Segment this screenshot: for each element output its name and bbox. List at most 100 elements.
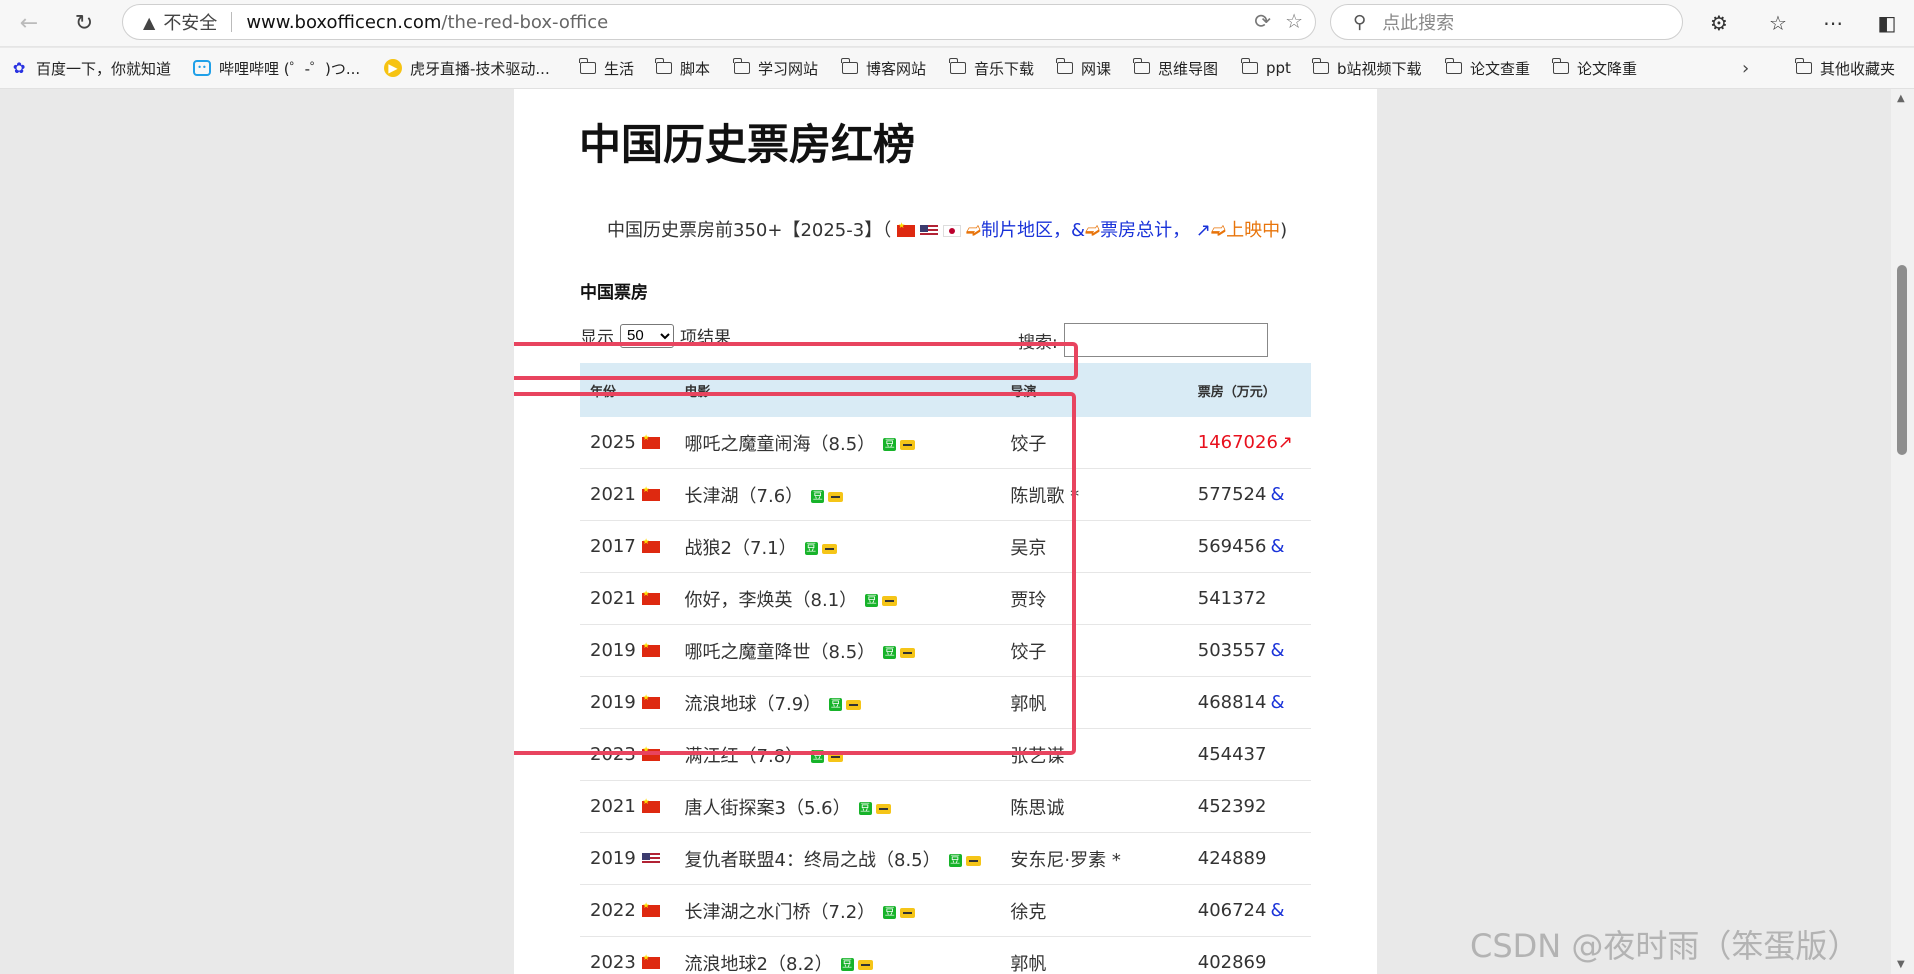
bookmark-folder-ppt[interactable]: ppt: [1241, 48, 1291, 88]
search-box[interactable]: ⚲ 点此搜索: [1330, 4, 1683, 40]
bookmark-folder-bilibili-download[interactable]: b站视频下载: [1312, 48, 1422, 88]
favorites-list-icon[interactable]: ☆: [1761, 6, 1795, 40]
bookmark-folder-other[interactable]: 其他收藏夹: [1795, 48, 1896, 88]
bookmark-label: 哔哩哔哩 (゜-゜)つ...: [219, 59, 361, 78]
address-bar[interactable]: ▲ 不安全 www.boxofficecn.com/the-red-box-of…: [122, 4, 1316, 40]
bookmark-label: 音乐下载: [974, 59, 1035, 78]
page-length-select[interactable]: 50: [620, 323, 674, 348]
douban-icon[interactable]: 豆: [883, 906, 897, 919]
imdb-icon[interactable]: [900, 647, 916, 658]
douban-icon[interactable]: 豆: [883, 646, 897, 659]
douban-icon[interactable]: 豆: [948, 854, 962, 867]
bookmark-folder-course[interactable]: 网课: [1056, 48, 1111, 88]
douban-icon[interactable]: 豆: [811, 490, 825, 503]
bookmark-folder-study[interactable]: 学习网站: [733, 48, 818, 88]
box-office-cell: 541372: [1187, 572, 1311, 625]
back-arrow-icon[interactable]: ←: [12, 6, 46, 40]
folder-icon: [841, 58, 858, 74]
bookmark-label: 其他收藏夹: [1820, 59, 1896, 78]
chevron-right-icon[interactable]: ›: [1742, 48, 1749, 88]
bookmark-label: 脚本: [680, 59, 711, 78]
table-search-input[interactable]: [1063, 323, 1268, 357]
folder-icon: [949, 58, 966, 74]
imdb-icon[interactable]: [965, 855, 981, 866]
douban-icon[interactable]: 豆: [883, 438, 897, 451]
warning-triangle-icon: ▲: [143, 12, 156, 32]
imdb-icon[interactable]: [821, 543, 837, 554]
imdb-icon[interactable]: [857, 959, 873, 970]
director-cell: 安东尼·罗素 *: [1000, 832, 1188, 885]
bilibili-tv-icon: ••: [193, 60, 211, 76]
film-cell: 复仇者联盟4：终局之战（8.5） 豆: [674, 832, 1001, 885]
year-cell: 2019: [580, 832, 675, 885]
imdb-icon[interactable]: [900, 439, 916, 450]
intro-close: ): [1280, 220, 1288, 241]
box-office-cell: 1467026↗: [1187, 417, 1311, 469]
table-row: 2025 哪吒之魔童闹海（8.5）豆饺子1467026↗: [580, 417, 1311, 469]
scroll-thumb[interactable]: [1897, 265, 1907, 455]
box-office-value: 577524: [1197, 484, 1267, 505]
imdb-icon[interactable]: [882, 595, 898, 606]
imdb-icon[interactable]: [900, 907, 916, 918]
table-row: 2019 流浪地球（7.9）豆郭帆468814&: [580, 676, 1311, 729]
douban-icon[interactable]: 豆: [840, 958, 854, 971]
year-cell: 2017: [580, 520, 675, 573]
showing-link[interactable]: 上映中: [1226, 220, 1280, 241]
douban-icon[interactable]: 豆: [811, 750, 825, 763]
sidebar-toggle-icon[interactable]: ◧: [1870, 6, 1904, 40]
amp-icon: &: [1071, 220, 1086, 241]
film-cell: 满江红（7.8） 豆: [674, 728, 1001, 781]
director-cell: 徐克: [1000, 884, 1188, 937]
column-header-year[interactable]: 年份: [580, 363, 675, 417]
director-cell: 郭帆: [1000, 936, 1188, 974]
more-menu-icon[interactable]: ⋯: [1816, 6, 1850, 40]
bookmark-folder-mindmap[interactable]: 思维导图: [1133, 48, 1218, 88]
insecure-label: 不安全: [163, 13, 218, 34]
imdb-icon[interactable]: [828, 751, 844, 762]
bookmark-folder-script[interactable]: 脚本: [655, 48, 711, 88]
bookmark-folder-blog[interactable]: 博客网站: [841, 48, 926, 88]
folder-icon: [579, 58, 596, 74]
film-title: 复仇者联盟4：终局之战（8.5）: [684, 849, 941, 871]
column-header-box-office[interactable]: 票房（万元）: [1187, 363, 1311, 417]
douban-icon[interactable]: 豆: [858, 802, 872, 815]
page-scrollbar[interactable]: ▲ ▼: [1891, 89, 1914, 974]
year-cell: 2022: [580, 884, 675, 937]
year-text: 2021: [590, 484, 636, 505]
page-length-control: 显示 50 项结果: [580, 323, 731, 348]
favorite-star-icon[interactable]: ☆: [1285, 9, 1303, 33]
bookmark-baidu[interactable]: ✿ 百度一下，你就知道: [10, 48, 171, 88]
region-link[interactable]: 制片地区，: [981, 220, 1071, 241]
column-header-film[interactable]: 电影: [674, 363, 1001, 417]
scroll-down-icon[interactable]: ▼: [1897, 959, 1905, 970]
douban-icon[interactable]: 豆: [804, 542, 818, 555]
bookmark-bilibili[interactable]: •• 哔哩哔哩 (゜-゜)つ...: [193, 48, 360, 88]
imdb-icon[interactable]: [828, 491, 844, 502]
bookmark-folder-plagiarism[interactable]: 论文查重: [1445, 48, 1530, 88]
box-office-value: 402869: [1197, 952, 1267, 973]
column-header-director[interactable]: 导演: [1000, 363, 1188, 417]
extensions-puzzle-icon[interactable]: ⚙: [1702, 6, 1736, 40]
box-office-suffix: &: [1270, 536, 1285, 557]
refresh-icon[interactable]: ↻: [67, 6, 101, 40]
huya-icon: ▶: [384, 59, 402, 77]
film-title: 哪吒之魔童降世（8.5）: [684, 641, 876, 663]
bookmark-folder-life[interactable]: 生活: [579, 48, 634, 88]
total-link[interactable]: 票房总计，: [1100, 220, 1190, 241]
director-cell: 张艺谋: [1000, 728, 1188, 781]
year-text: 2019: [590, 848, 636, 869]
douban-icon[interactable]: 豆: [865, 594, 879, 607]
box-office-cell: 503557 &: [1187, 624, 1311, 677]
scroll-up-icon[interactable]: ▲: [1897, 93, 1905, 104]
imdb-icon[interactable]: [875, 803, 891, 814]
bookmark-folder-music[interactable]: 音乐下载: [949, 48, 1035, 88]
douban-icon[interactable]: 豆: [829, 698, 843, 711]
read-aloud-icon[interactable]: ⟳: [1254, 9, 1271, 33]
box-office-cell: 452392: [1187, 780, 1311, 833]
bookmark-folder-rewrite[interactable]: 论文降重: [1552, 48, 1637, 88]
year-cell: 2021: [580, 468, 675, 521]
bookmark-huya[interactable]: ▶ 虎牙直播-技术驱动...: [384, 48, 550, 88]
folder-icon: [1552, 58, 1569, 74]
imdb-icon[interactable]: [846, 699, 862, 710]
china-flag-icon: [641, 537, 660, 553]
